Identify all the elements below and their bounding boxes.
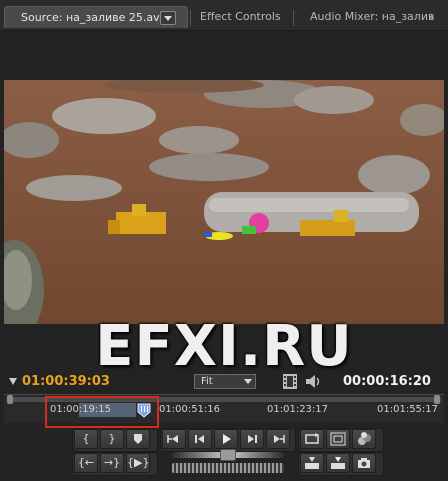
zoom-level-select[interactable]: Fit [194,374,256,389]
tab-audio-mixer[interactable]: Audio Mixer: на_залив [300,6,434,28]
mark-out-button[interactable]: } [100,429,124,449]
step-back-button[interactable] [188,429,212,449]
tab-divider [293,10,294,26]
output-button[interactable] [352,429,376,449]
tab-divider [190,10,191,26]
tab-source-label: Source: на_заливе 25.avi [21,11,163,24]
export-frame-button[interactable] [352,453,376,473]
zoom-level-value: Fit [201,376,213,387]
set-marker-button[interactable] [126,429,150,449]
duration-timecode: 00:00:16:20 [343,374,431,389]
loop-button[interactable] [300,429,324,449]
tab-audio-mixer-label: Audio Mixer: на_залив [310,10,435,23]
tab-source[interactable]: Source: на_заливе 25.avi [4,6,188,28]
highlight-annotation [45,396,159,428]
source-dropdown-icon[interactable] [160,11,176,25]
go-to-next-marker-button[interactable]: →} [100,453,124,473]
go-to-in-point-button[interactable] [162,429,186,449]
go-to-out-point-button[interactable] [266,429,290,449]
tab-effect-controls-label: Effect Controls [200,10,281,23]
zoom-handle-right[interactable] [434,395,440,404]
step-forward-button[interactable] [240,429,264,449]
current-timecode[interactable]: 01:00:39:03 [22,374,110,389]
tab-effect-controls[interactable]: Effect Controls [192,6,300,28]
ruler-tick-label: 01:01:23:17 [267,404,329,415]
video-preview [4,80,444,324]
film-strip-icon[interactable] [283,374,297,389]
panel-menu-icon[interactable]: » [428,12,434,23]
jog-disk[interactable] [172,463,284,473]
playhead-marker-icon [9,378,17,385]
shuttle-knob[interactable] [220,449,236,461]
insert-button[interactable] [300,453,324,473]
panel-tab-bar: Source: на_заливе 25.avi Effect Controls… [0,0,448,31]
watermark-text: EFXI.RU [95,314,353,379]
go-to-previous-marker-button[interactable]: {← [74,453,98,473]
play-in-to-out-button[interactable]: {▶} [126,453,150,473]
mark-in-button[interactable]: { [74,429,98,449]
zoom-handle-left[interactable] [7,395,13,404]
chevron-down-icon [244,379,252,384]
ruler-tick-label: 01:00:51:16 [159,404,221,415]
speaker-icon[interactable] [305,374,321,389]
play-button[interactable] [214,429,238,449]
safe-margins-button[interactable] [326,429,350,449]
ruler-tick-label: 01:01:55:17 [377,404,439,415]
overlay-button[interactable] [326,453,350,473]
video-frame-image [4,80,444,324]
